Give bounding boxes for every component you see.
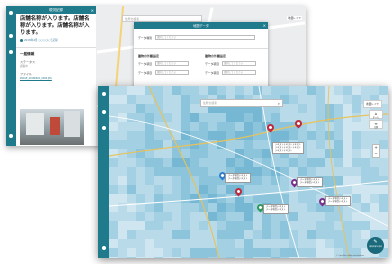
map-icon[interactable]: [101, 110, 106, 114]
record-icon[interactable]: [9, 50, 13, 54]
dialog-columns: 建物の外観設定 データ項目 選択してください データ項目 選択してください 建物…: [134, 48, 268, 75]
field-label: データ項目: [138, 70, 152, 75]
map-highway: [327, 86, 350, 258]
popup-line: テキストテキスト: [275, 148, 293, 152]
search-input[interactable]: 住所を検索 ⌕: [200, 99, 283, 107]
search-placeholder: 住所を検索: [203, 101, 217, 105]
record-icon[interactable]: [101, 126, 106, 130]
map-toolbar: ⌂ ホーム ≡ 凡例: [369, 110, 383, 130]
map-road: [258, 86, 300, 258]
zoom-out-button[interactable]: −: [373, 151, 379, 157]
popup-line: データ項目テキスト: [266, 207, 286, 211]
home-button[interactable]: ⌂ ホーム: [369, 110, 383, 119]
field-select[interactable]: 選択してください: [222, 61, 256, 66]
photo-building: [26, 113, 44, 135]
dialog-field-row: データ項目 選択してください: [201, 61, 268, 66]
file-link[interactable]: IMAGE_20180601_0000.JPG: [16, 77, 96, 80]
right-column-title: 建物の外観設定: [205, 54, 227, 58]
attached-photo[interactable]: [20, 109, 84, 145]
layer-button[interactable]: 地図レイヤ: [287, 16, 302, 20]
field-label: データ項目: [205, 61, 219, 66]
map-highway: [148, 86, 220, 258]
dialog-header: 地図データ ×: [134, 22, 268, 29]
map-icon[interactable]: [9, 34, 13, 38]
close-icon[interactable]: ×: [91, 8, 94, 13]
map-data-dialog: 地図データ × データ種別 選択してください 建物の外観設定 データ項目 選択し…: [134, 22, 268, 96]
map-road: [109, 115, 388, 227]
photo-sign: [50, 117, 60, 135]
data-type-label: データ種別: [138, 35, 152, 40]
side-rail: [6, 6, 16, 146]
zoom-control: + −: [372, 144, 380, 158]
field-label: データ項目: [205, 70, 219, 75]
edit-icon: ✎: [373, 239, 378, 245]
info-icon: [20, 38, 23, 42]
record-subtitle-text: 2018年4月 ○○○○にて記録: [24, 39, 58, 42]
map-attribution: © OpenStreetMap contributors: [336, 255, 364, 257]
front-app-window: 住所を検索 ⌕ 地図レイヤ ⌂ ホーム ≡ 凡例 + − テキストテキストテキス…: [98, 86, 388, 258]
file-label: ファイル: [20, 72, 33, 76]
field-label: データ項目: [138, 61, 152, 66]
record-subtitle: 2018年4月 ○○○○にて記録: [16, 37, 96, 43]
add-record-button[interactable]: ✎ 現況記録を追加: [367, 237, 384, 254]
panel-header: 現況記録 ×: [16, 6, 96, 14]
layer-button[interactable]: 地図レイヤ: [363, 100, 382, 108]
search-icon[interactable]: ⌕: [278, 100, 280, 107]
field-select[interactable]: 選択してください: [155, 70, 189, 75]
popup-line: データ項目テキスト: [328, 199, 348, 203]
field-select[interactable]: 選択してください: [222, 70, 256, 75]
record-title: 店舗名称が入ります。店舗名称が入ります。店舗名称が入ります。: [20, 16, 90, 36]
data-type-select[interactable]: 選択してください: [155, 35, 255, 40]
map-popup: データ項目テキスト データ項目テキスト: [263, 204, 289, 214]
dialog-field-row: データ項目 選択してください: [134, 70, 201, 75]
home-label: ホーム: [372, 116, 380, 119]
data-type-row: データ種別 選択してください: [134, 35, 268, 40]
dialog-field-row: データ項目 選択してください: [201, 70, 268, 75]
section-heading: 一般情報: [16, 47, 96, 59]
photo-building-right: [64, 111, 80, 137]
map-popup: テキストテキストテキスト テキストテキストテキスト テキストテキスト: [272, 142, 305, 155]
legend-label: 凡例: [373, 126, 379, 129]
dialog-field-row: データ項目 選択してください: [134, 61, 201, 66]
field-select[interactable]: 選択してください: [155, 61, 189, 66]
map-popup: データ項目テキスト データ項目テキスト: [225, 173, 251, 183]
add-record-label: 現況記録を追加: [369, 246, 382, 248]
popup-line: データ項目テキスト: [228, 176, 248, 180]
heatmap-map[interactable]: 住所を検索 ⌕ 地図レイヤ ⌂ ホーム ≡ 凡例 + − テキストテキストテキス…: [109, 86, 388, 258]
legend-button[interactable]: ≡ 凡例: [369, 120, 383, 129]
user-icon[interactable]: [101, 246, 106, 250]
left-column-title: 建物の外観設定: [138, 54, 160, 58]
map-roads: [109, 86, 388, 258]
side-rail: [98, 86, 109, 258]
map-highway: [109, 113, 388, 157]
menu-icon[interactable]: [101, 92, 106, 96]
close-icon[interactable]: ×: [263, 23, 266, 28]
right-column: 建物の外観設定 データ項目 選択してください データ項目 選択してください: [201, 54, 268, 75]
search-input[interactable]: 住所を検索: [122, 15, 202, 22]
user-icon[interactable]: [9, 134, 13, 138]
left-column: 建物の外観設定 データ項目 選択してください データ項目 選択してください: [134, 54, 201, 75]
map-popup: データ項目テキスト データ項目テキスト: [325, 196, 351, 206]
dialog-title: 地図データ: [193, 24, 209, 28]
panel-header-title: 現況記録: [49, 7, 63, 12]
popup-line: データ項目テキスト: [300, 180, 320, 184]
map-popup: データ項目テキスト データ項目テキスト: [297, 177, 323, 187]
menu-icon[interactable]: [9, 11, 13, 15]
